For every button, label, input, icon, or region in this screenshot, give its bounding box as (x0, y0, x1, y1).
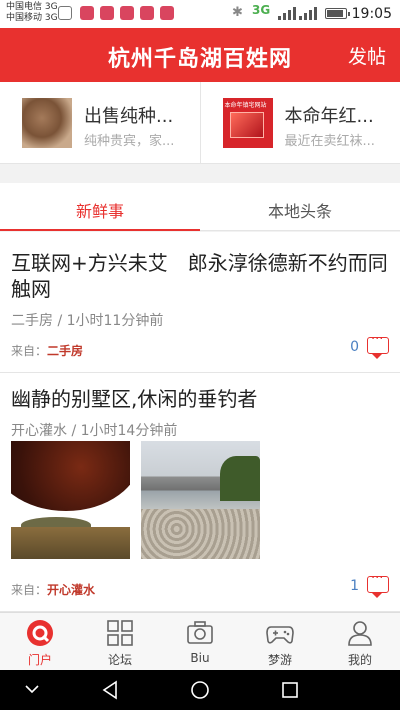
app-notification-icon (120, 6, 134, 20)
status-bar: 中国电信 3G 中国移动 3G ✱ 3G 19:05 (0, 0, 400, 28)
nav-label: 梦游 (267, 653, 292, 667)
post-meta: 开心灌水 / 1小时14分钟前 (11, 423, 178, 439)
nav-label: 论坛 (107, 653, 132, 667)
promo-title: 出售纯种... (84, 106, 174, 127)
source-prefix: 来自： (11, 344, 48, 358)
nav-mine[interactable]: 我的 (320, 613, 400, 670)
promo-thumbnail: 本命年镇宅网站 (222, 98, 273, 148)
nav-forum[interactable]: 论坛 (80, 613, 160, 670)
image-notification-icon (58, 6, 72, 20)
comment-count: 1 (350, 578, 359, 594)
clock: 19:05 (351, 6, 392, 22)
post-button[interactable]: 发帖 (348, 42, 386, 69)
post-source: 来自：二手房 (11, 342, 83, 359)
nav-label: 门户 (27, 653, 52, 667)
feed-tabs: 新鲜事 本地头条 (0, 183, 400, 231)
promo-thumbnail-text: 本命年镇宅网站 (224, 102, 267, 109)
post-image[interactable] (141, 441, 260, 559)
page-title: 杭州千岛湖百姓网 (107, 47, 292, 72)
nav-label: 我的 (347, 653, 372, 667)
post-source: 来自：开心灌水 (11, 581, 95, 598)
promo-subtitle: 纯种贵宾，家... (84, 134, 175, 149)
app-notification-icon (100, 6, 114, 20)
nav-label: Biu (190, 651, 210, 665)
promo-card[interactable]: 出售纯种... 纯种贵宾，家... (0, 82, 200, 163)
user-icon (348, 621, 372, 646)
system-navigation-bar (0, 670, 400, 710)
source-prefix: 来自： (11, 583, 48, 597)
signal-icon (299, 6, 317, 20)
nav-portal[interactable]: 门户 (0, 613, 80, 670)
app-notification-icon (160, 6, 174, 20)
post-footer: 来自：二手房 0 (11, 332, 389, 359)
image-rocks (141, 509, 260, 559)
grid-icon (107, 620, 133, 646)
post-meta: 二手房 / 1小时11分钟前 (11, 313, 164, 329)
feed-item[interactable]: 幽静的别墅区,休闲的垂钓者 开心灌水 / 1小时14分钟前 来自：开心灌水 1 (0, 373, 400, 612)
feed-item[interactable]: 互联网+方兴未艾 郎永淳徐德新不约而同触网 二手房 / 1小时11分钟前 来自：… (0, 232, 400, 373)
post-images (11, 441, 260, 559)
nav-biu[interactable]: Biu (160, 613, 240, 670)
recent-apps-icon[interactable] (280, 680, 300, 700)
carrier-info: 中国电信 3G 中国移动 3G (6, 2, 58, 24)
home-icon[interactable] (190, 680, 210, 700)
bluetooth-icon: ✱ (232, 5, 243, 20)
image-ground (11, 527, 130, 559)
app-header: 杭州千岛湖百姓网 发帖 (0, 28, 400, 82)
app-notification-icon (140, 6, 154, 20)
app-notification-icon (80, 6, 94, 20)
feed-list: 互联网+方兴未艾 郎永淳徐德新不约而同触网 二手房 / 1小时11分钟前 来自：… (0, 232, 400, 612)
gift-box-image (229, 112, 264, 138)
promo-strip: 出售纯种... 纯种贵宾，家... 本命年镇宅网站 本命年红... 最近在卖红袜… (0, 82, 400, 164)
portal-icon (27, 620, 53, 646)
post-footer: 来自：开心灌水 1 (11, 571, 389, 598)
source-link[interactable]: 开心灌水 (47, 583, 95, 597)
image-shadow (11, 441, 130, 511)
signal-icon (278, 6, 296, 20)
hide-keyboard-icon[interactable] (24, 684, 40, 694)
post-image[interactable] (11, 441, 130, 559)
promo-card[interactable]: 本命年镇宅网站 本命年红... 最近在卖红袜... (199, 82, 400, 163)
carrier-2: 中国移动 3G (6, 13, 58, 23)
nav-games[interactable]: 梦游 (240, 613, 320, 670)
bottom-navigation: 门户 论坛 Biu 梦游 我的 (0, 612, 400, 670)
tab-fresh[interactable]: 新鲜事 (0, 183, 200, 231)
comment-icon[interactable] (367, 332, 389, 359)
comment-count: 0 (350, 339, 359, 355)
post-title[interactable]: 互联网+方兴未艾 郎永淳徐德新不约而同触网 (11, 232, 389, 302)
source-link[interactable]: 二手房 (47, 344, 83, 358)
promo-subtitle: 最近在卖红袜... (284, 134, 375, 149)
promo-thumbnail (22, 98, 72, 148)
gamepad-icon (266, 626, 294, 644)
battery-icon (325, 8, 350, 19)
app-screen: 中国电信 3G 中国移动 3G ✱ 3G 19:05 杭州千岛湖百姓网 发帖 出… (0, 0, 400, 710)
image-trees (220, 456, 260, 501)
carrier-1: 中国电信 3G (6, 2, 58, 12)
tab-local-headlines[interactable]: 本地头条 (200, 183, 400, 230)
comment-icon[interactable] (367, 571, 389, 598)
network-type: 3G (252, 3, 271, 17)
promo-title: 本命年红... (284, 106, 374, 127)
back-icon[interactable] (100, 680, 120, 700)
camera-icon (187, 621, 213, 644)
post-title[interactable]: 幽静的别墅区,休闲的垂钓者 (11, 373, 389, 412)
